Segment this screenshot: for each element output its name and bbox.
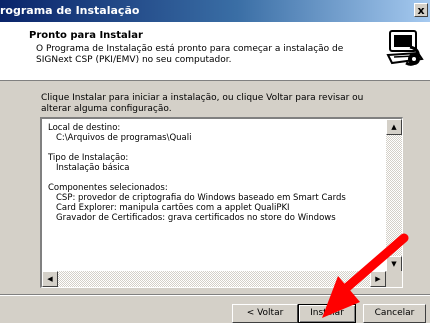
window-title: rograma de Instalação [0, 4, 140, 17]
horizontal-scrollbar[interactable]: ◀ ▶ [42, 271, 386, 287]
title-bar: rograma de Instalação x [0, 0, 430, 22]
computer-install-icon [386, 30, 424, 66]
vertical-scrollbar[interactable]: ▲ ▼ [386, 119, 402, 272]
install-type-value: Instalação básica [56, 163, 130, 173]
close-icon: x [417, 4, 425, 17]
cancel-button[interactable]: Cancelar [363, 304, 426, 323]
scroll-right-button[interactable]: ▶ [370, 271, 386, 287]
install-button[interactable]: Instalar [298, 304, 356, 323]
scroll-up-button[interactable]: ▲ [386, 119, 402, 135]
separator [0, 294, 430, 296]
close-button[interactable]: x [414, 3, 428, 17]
summary-text-area[interactable]: Local de destino: C:\Arquivos de program… [40, 117, 403, 288]
wizard-header: Pronto para Instalar O Programa de Insta… [0, 22, 430, 81]
component-item: CSP: provedor de criptografia do Windows… [56, 193, 346, 203]
summary-content: Local de destino: C:\Arquivos de program… [48, 123, 346, 223]
instruction-text: Clique Instalar para iniciar a instalaçã… [41, 93, 364, 114]
destination-value: C:\Arquivos de programas\Quali [56, 133, 192, 143]
install-type-label: Tipo de Instalação: [48, 153, 129, 163]
scroll-left-button[interactable]: ◀ [42, 271, 58, 287]
page-title: Pronto para Instalar [29, 30, 143, 41]
page-description: O Programa de Instalação está pronto par… [36, 44, 344, 65]
components-label: Componentes selecionados: [48, 183, 168, 193]
scroll-down-button[interactable]: ▼ [386, 256, 402, 272]
scrollbar-corner [386, 271, 402, 287]
destination-label: Local de destino: [48, 123, 121, 133]
component-item: Card Explorer: manipula cartões com a ap… [56, 203, 290, 213]
back-button[interactable]: < Voltar [232, 304, 298, 323]
component-item: Gravador de Certificados: grava certific… [56, 213, 336, 223]
